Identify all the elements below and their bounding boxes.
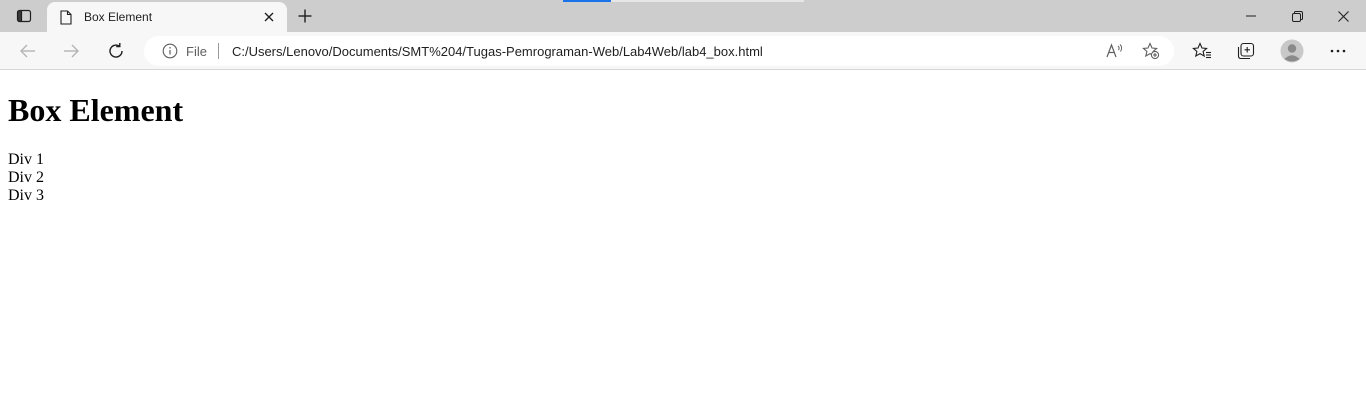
arrow-right-icon (64, 44, 79, 58)
more-button[interactable] (1323, 36, 1353, 66)
read-aloud-icon (1106, 43, 1123, 58)
address-divider (217, 43, 219, 59)
url-text[interactable]: C:/Users/Lenovo/Documents/SMT%204/Tugas-… (232, 44, 1174, 59)
more-icon (1330, 49, 1346, 53)
address-bar[interactable]: File C:/Users/Lenovo/Documents/SMT%204/T… (144, 36, 1174, 66)
div-list: Div 1 Div 2 Div 3 (8, 151, 44, 205)
div-item: Div 1 (8, 151, 44, 168)
favorites-icon (1192, 42, 1211, 59)
div-item: Div 3 (8, 187, 44, 204)
tab-strip: Box Element (0, 0, 1366, 32)
star-plus-icon (1142, 42, 1160, 60)
minimize-button[interactable] (1228, 0, 1274, 32)
restore-icon (1291, 10, 1303, 22)
navigation-toolbar: File C:/Users/Lenovo/Documents/SMT%204/T… (0, 32, 1366, 70)
reload-button[interactable] (101, 36, 131, 66)
refresh-icon (109, 43, 123, 58)
collections-icon (1237, 42, 1255, 60)
close-icon (1337, 10, 1349, 22)
div-item: Div 2 (8, 169, 44, 186)
tab-actions-button[interactable] (10, 4, 38, 28)
page-content: Box Element Div 1 Div 2 Div 3 (0, 71, 1366, 407)
tab-actions-icon (16, 9, 32, 23)
tab-title: Box Element (84, 10, 153, 24)
plus-icon (298, 9, 312, 23)
favorites-button[interactable] (1187, 36, 1217, 66)
page-heading: Box Element (8, 92, 184, 128)
tab-strip-accent (563, 0, 611, 2)
back-button[interactable] (13, 36, 43, 66)
document-icon (59, 9, 73, 25)
collections-button[interactable] (1231, 36, 1261, 66)
tab-strip-highlight (611, 0, 804, 2)
add-favorite-button[interactable] (1139, 39, 1163, 63)
tab-active[interactable]: Box Element (47, 2, 287, 32)
info-icon[interactable] (162, 43, 178, 59)
url-scheme-label: File (186, 43, 207, 59)
restore-button[interactable] (1274, 0, 1320, 32)
read-aloud-button[interactable] (1103, 39, 1127, 63)
arrow-left-icon (20, 44, 35, 58)
forward-button[interactable] (56, 36, 86, 66)
tab-close-button[interactable] (259, 7, 279, 27)
profile-button[interactable] (1277, 36, 1307, 66)
new-tab-button[interactable] (292, 4, 318, 28)
close-icon (264, 12, 274, 22)
close-window-button[interactable] (1320, 0, 1366, 32)
avatar-icon (1280, 39, 1304, 63)
minimize-icon (1246, 15, 1256, 17)
